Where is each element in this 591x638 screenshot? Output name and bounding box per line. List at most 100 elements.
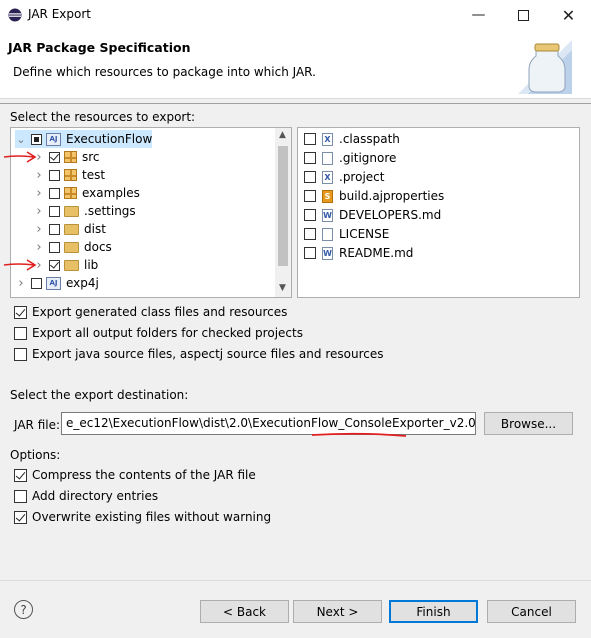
resource-tree[interactable]: ⌄ AJ ExecutionFlow › src › test › examples › .sett… [10,127,292,298]
page-description: Define which resources to package into w… [13,65,316,79]
tree-item-label: examples [82,186,140,200]
tree-scrollbar[interactable]: ▲ ▼ [275,128,291,297]
export-sources-checkbox[interactable] [14,347,27,361]
compress-option[interactable]: Compress the contents of the JAR file [14,468,256,482]
file-item-checkbox[interactable] [304,171,316,183]
tree-item[interactable]: › docs [33,238,112,256]
export-generated-checkbox[interactable] [14,305,27,319]
package-folder-icon [64,187,77,199]
close-button[interactable]: ✕ [546,0,591,30]
overwrite-checkbox[interactable] [14,510,27,524]
file-item[interactable]: Sbuild.ajproperties [304,187,444,205]
export-generated-label: Export generated class files and resourc… [32,305,288,319]
title-bar: JAR Export — ✕ [0,0,591,30]
file-item-label: .project [339,170,385,184]
jar-file-input[interactable]: e_ec12\ExecutionFlow\dist\2.0\ExecutionF… [61,412,476,435]
file-item-checkbox[interactable] [304,152,316,164]
back-button[interactable]: < Back [200,600,289,623]
tree-item-checkbox[interactable] [49,151,60,163]
tree-item-checkbox[interactable] [49,169,60,181]
file-item[interactable]: W DEVELOPERS.md [304,206,441,224]
expand-arrow-icon[interactable]: › [33,222,45,237]
tree-item-checkbox[interactable] [49,241,60,253]
file-item[interactable]: X .classpath [304,130,400,148]
text-file-icon [322,151,333,165]
file-list[interactable]: X .classpath .gitignore X .project Sbuild.ajp… [297,127,580,298]
expand-arrow-icon[interactable]: › [33,186,45,201]
compress-checkbox[interactable] [14,468,27,482]
tree-item[interactable]: › dist [33,220,106,238]
directory-option[interactable]: Add directory entries [14,489,158,503]
finish-button[interactable]: Finish [389,600,478,623]
folder-icon [64,241,79,253]
file-item-label: LICENSE [339,227,390,241]
tree-item-checkbox[interactable] [31,133,42,145]
tree-item-label: docs [84,240,112,254]
compress-label: Compress the contents of the JAR file [32,468,256,482]
tree-item-label: lib [84,258,99,272]
text-file-icon [322,227,333,241]
project-icon: AJ [46,132,61,146]
export-output-option[interactable]: Export all output folders for checked pr… [14,326,303,340]
file-item-checkbox[interactable] [304,209,316,221]
properties-file-icon: S [322,189,333,203]
tree-item[interactable]: › test [33,166,105,184]
file-item-label: build.ajproperties [339,189,445,203]
folder-icon [64,223,79,235]
tree-item[interactable]: › lib [33,256,98,274]
expand-arrow-icon[interactable]: › [15,276,27,291]
file-item-label: .gitignore [339,151,397,165]
tree-item[interactable]: › AJ exp4j [15,274,99,292]
file-item-checkbox[interactable] [304,190,316,202]
expand-arrow-icon[interactable]: › [33,204,45,219]
jar-file-label: JAR file: [14,418,61,432]
folder-icon [64,259,79,271]
tree-item-checkbox[interactable] [49,205,60,217]
minimize-button[interactable]: — [456,0,501,30]
tree-item-checkbox[interactable] [49,259,60,271]
tree-item[interactable]: › .settings [33,202,135,220]
tree-item-label: src [82,150,100,164]
annotation-arrow-icon [3,151,37,163]
tree-item[interactable]: ⌄ AJ ExecutionFlow [15,130,153,148]
export-generated-option[interactable]: Export generated class files and resourc… [14,305,287,319]
file-item[interactable]: LICENSE [304,225,389,243]
package-folder-icon [64,151,77,163]
tree-item-checkbox[interactable] [49,223,60,235]
expand-arrow-icon[interactable]: › [33,168,45,183]
tree-item-label: exp4j [66,276,99,290]
cancel-button[interactable]: Cancel [487,600,576,623]
file-item-checkbox[interactable] [304,133,316,145]
package-folder-icon [64,169,77,181]
next-button[interactable]: Next > [293,600,382,623]
collapse-arrow-icon[interactable]: ⌄ [15,133,27,146]
scroll-thumb[interactable] [278,146,288,266]
tree-item[interactable]: › examples [33,184,140,202]
file-item-checkbox[interactable] [304,247,316,259]
help-icon[interactable]: ? [14,600,33,619]
expand-arrow-icon[interactable]: › [33,240,45,255]
export-output-label: Export all output folders for checked pr… [32,326,303,340]
jar-file-value: e_ec12\ExecutionFlow\dist\2.0\ExecutionF… [66,416,476,430]
tree-item-label: ExecutionFlow [66,132,153,146]
file-item-checkbox[interactable] [304,228,316,240]
w-file-icon: W [322,208,333,222]
tree-item-checkbox[interactable] [49,187,60,199]
eclipse-icon [8,8,22,22]
overwrite-label: Overwrite existing files without warning [32,510,272,524]
directory-label: Add directory entries [32,489,159,503]
file-item[interactable]: X .project [304,168,384,186]
scroll-down-icon[interactable]: ▼ [279,283,286,293]
wizard-header: JAR Package Specification Define which r… [0,30,591,99]
export-sources-option[interactable]: Export java source files, aspectj source… [14,347,383,361]
tree-item-checkbox[interactable] [31,277,42,289]
overwrite-option[interactable]: Overwrite existing files without warning [14,510,271,524]
maximize-button[interactable] [501,0,546,30]
scroll-up-icon[interactable]: ▲ [279,130,286,140]
directory-checkbox[interactable] [14,489,27,503]
browse-button[interactable]: Browse... [484,412,573,435]
file-item[interactable]: .gitignore [304,149,396,167]
tree-item[interactable]: › src [33,148,100,166]
export-output-checkbox[interactable] [14,326,27,340]
file-item[interactable]: W README.md [304,244,413,262]
